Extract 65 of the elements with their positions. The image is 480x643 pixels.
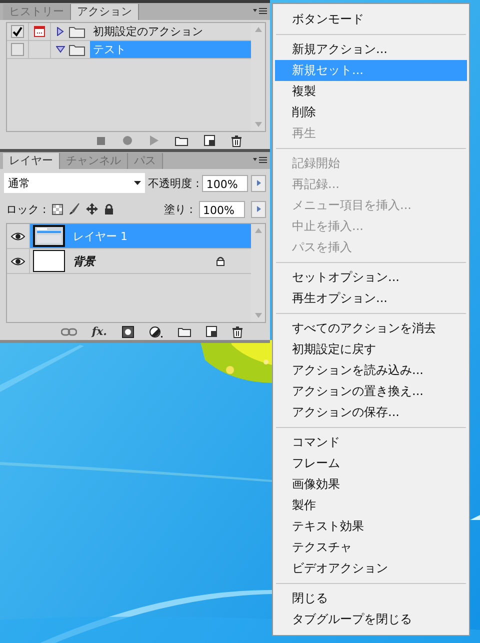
caret-icon (256, 180, 261, 186)
caret-icon (256, 206, 260, 212)
panel-menu-icon[interactable] (253, 156, 267, 164)
eye-icon[interactable] (11, 256, 25, 266)
menu-item[interactable]: 閉じる (275, 588, 467, 609)
expand-triangle-icon[interactable] (56, 27, 65, 36)
folder-icon (69, 44, 85, 56)
blend-mode-dropdown[interactable]: 通常 (4, 173, 146, 193)
menu-item[interactable]: アクションの置き換え... (275, 381, 467, 402)
menu-item[interactable]: フレーム (275, 453, 467, 474)
menu-item[interactable]: アクションを読み込み... (275, 360, 467, 381)
menu-item[interactable]: タブグループを閉じる (275, 609, 467, 630)
layer-thumbnail (33, 250, 65, 272)
panel-menu-icon[interactable] (253, 7, 267, 15)
folder-icon (69, 26, 85, 38)
brush-icon[interactable] (69, 203, 80, 215)
dialog-toggle-icon[interactable] (34, 26, 45, 37)
move-icon[interactable] (86, 203, 98, 215)
folder-icon[interactable] (178, 326, 191, 336)
fill-slider-button[interactable] (251, 200, 266, 218)
trash-icon[interactable] (231, 134, 242, 146)
menu-item[interactable]: テキスト効果 (275, 516, 467, 537)
fx-button[interactable]: fx. (92, 325, 107, 338)
new-item-icon[interactable] (204, 135, 215, 146)
menu-item[interactable]: 再生オプション... (275, 288, 467, 309)
layer-row[interactable]: 背景 (30, 249, 251, 273)
menu-item[interactable]: 製作 (275, 495, 467, 516)
lock-icon[interactable] (104, 203, 114, 215)
collapse-triangle-icon[interactable] (56, 45, 65, 54)
trash-icon[interactable] (232, 326, 243, 338)
fill-label: 塗り : (164, 202, 193, 216)
fill-field[interactable]: 100% (199, 200, 245, 218)
menu-item[interactable]: 新規アクション... (275, 39, 467, 60)
lock-icon (216, 256, 225, 266)
menu-item[interactable]: ボタンモード (275, 9, 467, 30)
menu-item[interactable]: アクションの保存... (275, 402, 467, 423)
opacity-slider-button[interactable] (251, 174, 266, 192)
checkbox[interactable] (11, 25, 24, 38)
caret-icon (134, 181, 142, 185)
opacity-field[interactable]: 100% (202, 174, 248, 192)
layer-name: レイヤー 1 (73, 228, 128, 244)
menu-item[interactable]: 削除 (275, 102, 467, 123)
panel-tab[interactable]: レイヤー (3, 153, 60, 169)
menu-item[interactable]: ビデオアクション (275, 558, 467, 579)
menu-item[interactable]: コマンド (275, 432, 467, 453)
folder-icon[interactable] (175, 136, 188, 146)
layer-name: 背景 (73, 254, 97, 268)
menu-item[interactable]: 画像効果 (275, 474, 467, 495)
panel-tab[interactable]: アクション (71, 4, 139, 20)
new-item-icon[interactable] (206, 326, 217, 337)
checkbox[interactable] (11, 43, 24, 56)
menu-item[interactable]: セットオプション... (275, 267, 467, 288)
stop-icon[interactable] (96, 136, 106, 146)
menu-item[interactable]: 複製 (275, 81, 467, 102)
lock-transparency-icon[interactable] (52, 204, 64, 214)
layer-mask-icon[interactable] (122, 326, 134, 338)
menu-item[interactable]: すべてのアクションを消去 (275, 318, 467, 339)
lock-label: ロック : (6, 202, 46, 216)
opacity-label: 不透明度 : (148, 176, 200, 190)
action-set-name[interactable]: 初期設定のアクション (90, 23, 251, 40)
adjustment-layer-icon[interactable] (149, 326, 163, 338)
link-icon[interactable] (60, 328, 77, 336)
menu-item[interactable]: テクスチャ (275, 537, 467, 558)
menu-item[interactable]: 初期設定に戻す (275, 339, 467, 360)
eye-icon[interactable] (11, 232, 25, 240)
